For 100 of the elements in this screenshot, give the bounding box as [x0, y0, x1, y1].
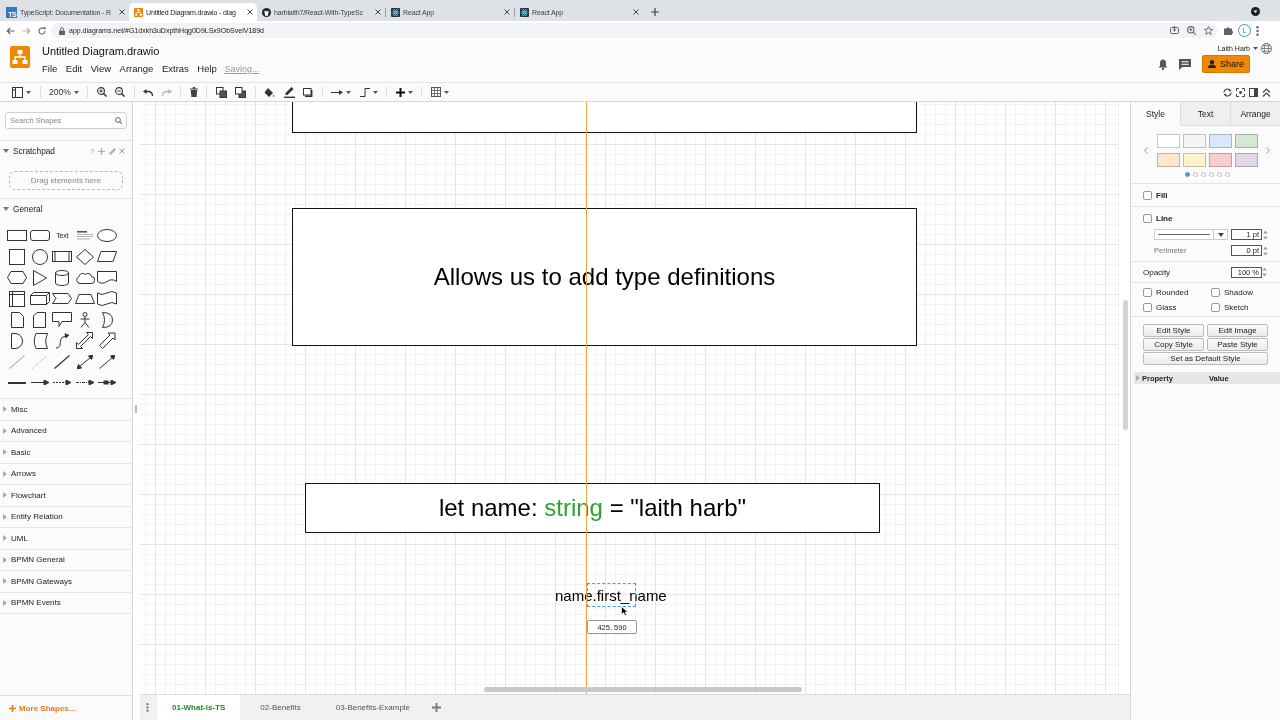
checkbox-label[interactable]: Shadow: [1224, 287, 1253, 297]
category-header[interactable]: Flowchart: [0, 485, 132, 507]
category-header[interactable]: BPMN Events: [0, 592, 132, 614]
step-icon[interactable]: [52, 293, 73, 304]
section-title[interactable]: Scratchpad: [13, 146, 55, 156]
checkbox[interactable]: [1211, 302, 1220, 312]
back-arrow-icon[interactable]: [6, 26, 15, 35]
kebab-menu-icon[interactable]: [1256, 25, 1259, 36]
checkbox[interactable]: [1143, 190, 1152, 200]
circle-icon[interactable]: [31, 248, 48, 265]
checkbox[interactable]: [1143, 287, 1152, 297]
bell-icon[interactable]: [1158, 58, 1168, 70]
shadow-icon[interactable]: [303, 87, 314, 97]
dotted-line-icon[interactable]: [31, 354, 48, 369]
star-icon[interactable]: [1204, 26, 1213, 35]
splitter-handle[interactable]: [135, 405, 137, 413]
pager-dot-icon[interactable]: [1217, 172, 1222, 177]
close-icon[interactable]: [247, 9, 253, 15]
triangle-icon[interactable]: [32, 269, 47, 286]
table-icon[interactable]: [431, 87, 441, 97]
elbow-connector-icon[interactable]: [360, 87, 370, 97]
screen-download-icon[interactable]: [1170, 26, 1179, 35]
thick-line-icon[interactable]: [8, 381, 27, 384]
pencil-icon[interactable]: [284, 86, 295, 98]
pager-dot-icon[interactable]: [1201, 172, 1206, 177]
reload-icon[interactable]: [38, 26, 46, 35]
dropdown-circle-icon[interactable]: [1251, 7, 1260, 16]
caret-icon[interactable]: [74, 90, 79, 94]
line-style-dropdown[interactable]: [1154, 229, 1228, 240]
zoom-out-icon[interactable]: [115, 87, 126, 97]
caret-down-icon[interactable]: [3, 207, 9, 211]
page-tab[interactable]: 02-Benefits: [245, 695, 316, 720]
dashed-arrow-icon[interactable]: [53, 380, 72, 385]
close-icon[interactable]: [633, 9, 639, 15]
close-icon[interactable]: [375, 9, 381, 15]
line-icon[interactable]: [54, 354, 71, 369]
document-icon[interactable]: [97, 271, 118, 284]
scrollbar-thumb[interactable]: [484, 687, 802, 692]
chevron-left-icon[interactable]: [1144, 147, 1148, 154]
process-icon[interactable]: [52, 251, 73, 262]
checkbox-label[interactable]: Glass: [1156, 302, 1177, 312]
page-tab[interactable]: 03-Benefits-Example: [320, 695, 426, 720]
dash-dot-arrow-icon[interactable]: [75, 380, 94, 385]
caret-icon[interactable]: [373, 90, 378, 94]
zoom-level[interactable]: 200%: [49, 87, 71, 97]
chevron-right-icon[interactable]: [1266, 147, 1270, 154]
section-title[interactable]: General: [13, 204, 43, 214]
swatch-icon[interactable]: [1182, 134, 1206, 148]
caret-icon[interactable]: [1253, 46, 1258, 50]
callout-icon[interactable]: [52, 312, 73, 327]
plus-icon[interactable]: [396, 87, 405, 97]
fullscreen-icon[interactable]: [1236, 87, 1245, 97]
checkbox[interactable]: [1143, 302, 1152, 312]
hexagon-icon[interactable]: [7, 271, 28, 284]
edit-image-button[interactable]: Edit Image: [1207, 324, 1268, 337]
copy-style-button[interactable]: Copy Style: [1143, 338, 1204, 351]
rounded-rectangle-icon[interactable]: [29, 230, 50, 241]
menu-item[interactable]: File: [42, 63, 58, 74]
connector-icon[interactable]: [98, 380, 117, 385]
category-header[interactable]: Advanced: [0, 420, 132, 442]
category-header[interactable]: Basic: [0, 442, 132, 464]
data-storage-icon[interactable]: [31, 332, 48, 349]
double-caret-up-icon[interactable]: [1262, 87, 1271, 97]
panel-tab[interactable]: Text: [1180, 102, 1230, 126]
ellipse-icon[interactable]: [97, 229, 118, 242]
crescent-icon[interactable]: [101, 311, 113, 328]
category-header[interactable]: Arrows: [0, 463, 132, 485]
comment-icon[interactable]: [1179, 58, 1191, 70]
internal-storage-icon[interactable]: [9, 290, 26, 307]
search-icon[interactable]: [115, 117, 122, 124]
category-header[interactable]: BPMN Gateways: [0, 571, 132, 593]
layout-panel-icon[interactable]: [12, 86, 23, 98]
checkbox-label[interactable]: Line: [1156, 213, 1173, 223]
cube-icon[interactable]: [29, 292, 50, 305]
caret-icon[interactable]: [26, 90, 31, 94]
undo-icon[interactable]: [143, 88, 154, 96]
parallelogram-icon[interactable]: [97, 251, 118, 262]
pager-dot-icon[interactable]: [1209, 172, 1214, 177]
cylinder-icon[interactable]: [55, 269, 70, 286]
hollow-arrow-icon[interactable]: [98, 332, 116, 349]
cloud-icon[interactable]: [74, 271, 95, 284]
sidebar-panel-icon[interactable]: [1249, 87, 1258, 97]
menu-item[interactable]: Edit: [65, 63, 83, 74]
swatch-icon[interactable]: [1156, 153, 1180, 167]
scrollbar-thumb[interactable]: [1123, 300, 1128, 430]
paste-style-button[interactable]: Paste Style: [1207, 338, 1268, 351]
category-header[interactable]: UML: [0, 528, 132, 550]
edit-style-button[interactable]: Edit Style: [1143, 324, 1204, 337]
swatch-icon[interactable]: [1208, 134, 1232, 148]
to-front-icon[interactable]: [216, 86, 227, 98]
swatch-icon[interactable]: [1208, 153, 1232, 167]
arrow-right-icon[interactable]: [331, 89, 344, 95]
curved-arrow-icon[interactable]: [55, 332, 70, 349]
double-arrow-icon[interactable]: [76, 332, 94, 349]
document-title[interactable]: Untitled Diagram.drawio: [42, 45, 260, 57]
menu-item[interactable]: Help: [197, 63, 217, 74]
arrow-icon[interactable]: [99, 354, 116, 369]
category-header[interactable]: BPMN General: [0, 549, 132, 571]
paint-bucket-icon[interactable]: [264, 86, 276, 98]
sync-icon[interactable]: [1223, 87, 1232, 97]
